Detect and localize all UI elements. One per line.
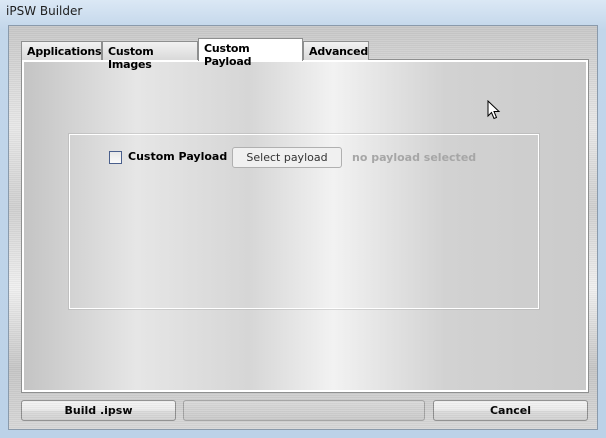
- payload-status: no payload selected: [352, 151, 477, 164]
- custom-payload-label[interactable]: Custom Payload: [128, 150, 227, 163]
- build-ipsw-button[interactable]: Build .ipsw: [21, 400, 176, 421]
- window-client: Applications Custom Images Custom Payloa…: [8, 25, 598, 430]
- payload-group: Custom Payload Select payload no payload…: [69, 134, 539, 309]
- tab-custom-payload[interactable]: Custom Payload: [198, 38, 303, 68]
- window-title: iPSW Builder: [6, 4, 83, 18]
- cancel-button[interactable]: Cancel: [433, 400, 588, 421]
- tab-custom-images[interactable]: Custom Images: [102, 41, 198, 71]
- select-payload-button[interactable]: Select payload: [232, 147, 342, 168]
- mouse-cursor-icon: [487, 100, 501, 120]
- tab-advanced[interactable]: Advanced: [303, 41, 369, 60]
- tab-page-custom-payload: Custom Payload Select payload no payload…: [21, 59, 589, 393]
- tab-applications[interactable]: Applications: [21, 41, 102, 60]
- custom-payload-checkbox[interactable]: [109, 151, 122, 164]
- build-progress-bar: [183, 400, 425, 421]
